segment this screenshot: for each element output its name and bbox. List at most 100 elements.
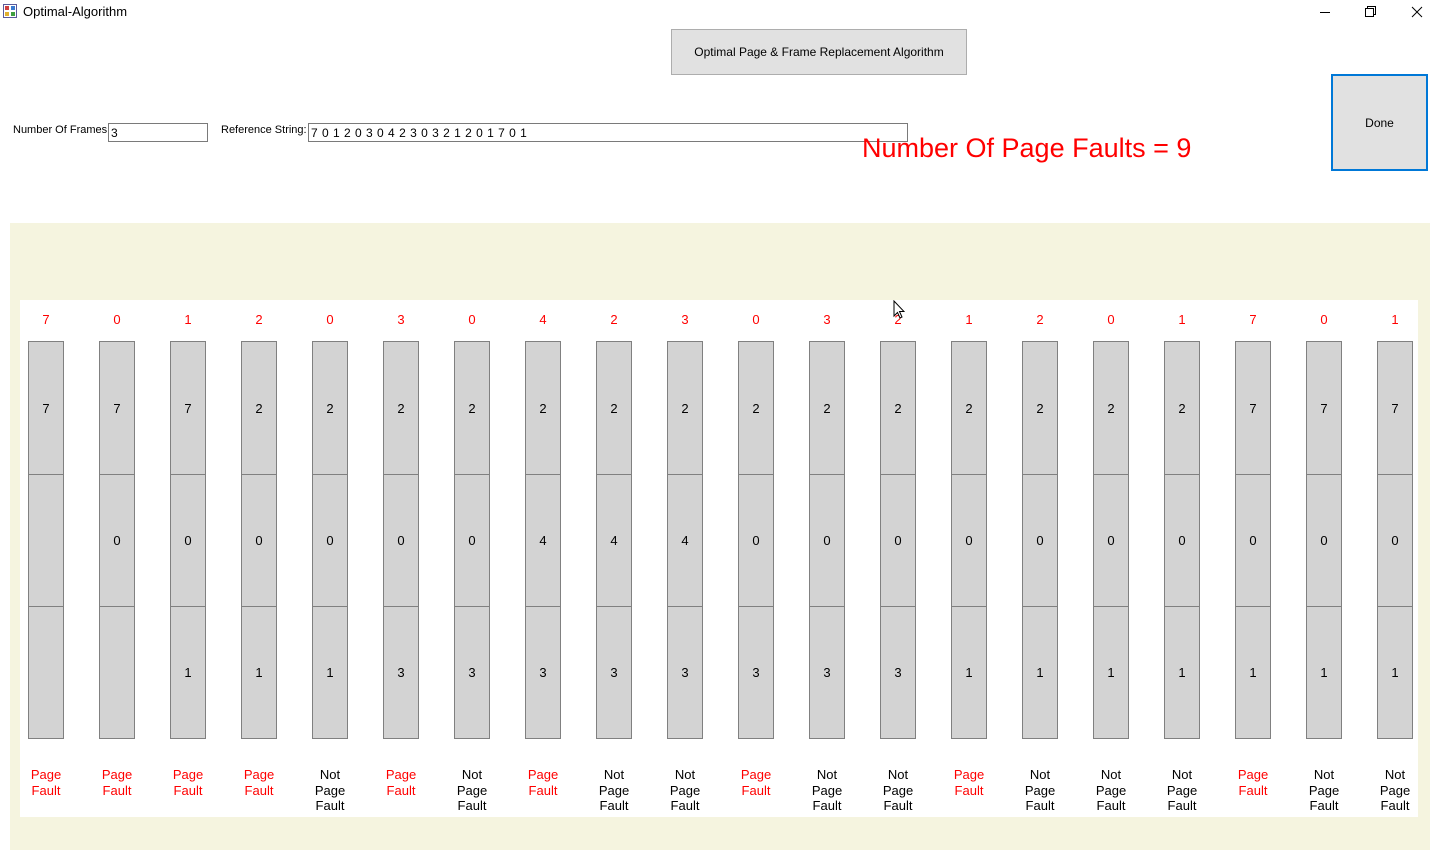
- minimize-button[interactable]: [1302, 0, 1348, 24]
- frame-cell: 1: [1378, 606, 1412, 738]
- frame-cell: [29, 474, 63, 606]
- frame-cell: 2: [255, 400, 263, 416]
- frame-cell: 3: [455, 606, 489, 738]
- restore-button[interactable]: [1348, 0, 1394, 24]
- reference-string-label: Reference String:: [221, 124, 307, 136]
- frame-stack: 7 01: [1235, 341, 1271, 739]
- frame-cell: 0: [1094, 474, 1128, 606]
- frame-cell: 0: [952, 474, 986, 606]
- frame-column: 3 2 4 3 Not Page Fault: [667, 300, 703, 817]
- frame-cell: 2: [1107, 400, 1115, 416]
- fault-status: Page Fault: [385, 767, 417, 798]
- reference-page: 1: [184, 312, 192, 327]
- frame-cell: 0: [1236, 474, 1270, 606]
- reference-page: 1: [1391, 312, 1399, 327]
- reference-page: 2: [255, 312, 263, 327]
- frame-cell: 0: [1307, 474, 1341, 606]
- frame-cell: 0: [810, 474, 844, 606]
- frame-cell: 2: [823, 400, 831, 416]
- frame-cell: 0: [171, 474, 205, 606]
- frame-cell: 0: [1165, 474, 1199, 606]
- frames-input[interactable]: 3: [108, 123, 208, 142]
- frame-cell: 4: [668, 474, 702, 606]
- reference-page: 3: [397, 312, 405, 327]
- frame-cell: 2: [1036, 400, 1044, 416]
- frame-column: 2 2 0 1 Page Fault: [241, 300, 277, 817]
- frame-column: 1 2 0 1 Not Page Fault: [1164, 300, 1200, 817]
- frame-cell: 0: [739, 474, 773, 606]
- page-faults-count: Number Of Page Faults = 9: [862, 133, 1192, 163]
- fault-status: Not Page Fault: [669, 767, 701, 813]
- frame-cell: 3: [810, 606, 844, 738]
- done-button[interactable]: Done: [1331, 74, 1428, 171]
- fault-status: Not Page Fault: [1166, 767, 1198, 813]
- algorithm-title-button[interactable]: Optimal Page & Frame Replacement Algorit…: [671, 29, 967, 75]
- frame-stack: 7 01: [1377, 341, 1413, 739]
- frame-stack: 2 03: [383, 341, 419, 739]
- frame-cell: 0: [242, 474, 276, 606]
- frame-stack: 2 01: [1164, 341, 1200, 739]
- frame-column: 1 2 0 1 Page Fault: [951, 300, 987, 817]
- frame-cell: 0: [455, 474, 489, 606]
- frame-column: 4 2 4 3 Page Fault: [525, 300, 561, 817]
- reference-page: 7: [1249, 312, 1257, 327]
- frame-cell: 3: [739, 606, 773, 738]
- fault-status: Not Page Fault: [811, 767, 843, 813]
- frame-column: 0 7 0 1 Not Page Fault: [1306, 300, 1342, 817]
- restore-icon: [1365, 6, 1376, 17]
- fault-status: Not Page Fault: [1024, 767, 1056, 813]
- frame-stack: 2 43: [525, 341, 561, 739]
- frame-cell: 7: [42, 400, 50, 416]
- frame-cell: 2: [965, 400, 973, 416]
- reference-page: 2: [610, 312, 618, 327]
- frame-cell: 7: [1391, 400, 1399, 416]
- frame-column: 7 7 Page Fault: [28, 300, 64, 817]
- fault-status: Page Fault: [953, 767, 985, 798]
- frame-cell: 0: [1378, 474, 1412, 606]
- frame-cell: 2: [681, 400, 689, 416]
- frame-stack: 2 01: [241, 341, 277, 739]
- frame-column: 2 2 4 3 Not Page Fault: [596, 300, 632, 817]
- reference-page: 0: [326, 312, 334, 327]
- reference-page: 0: [752, 312, 760, 327]
- frame-cell: 7: [113, 400, 121, 416]
- frame-cell: 1: [1165, 606, 1199, 738]
- frame-stack: 7: [28, 341, 64, 739]
- frame-stack: 2 03: [880, 341, 916, 739]
- frame-cell: 2: [894, 400, 902, 416]
- reference-string-input[interactable]: 7 0 1 2 0 3 0 4 2 3 0 3 2 1 2 0 1 7 0 1: [308, 123, 908, 142]
- frame-cell: 2: [326, 400, 334, 416]
- frame-column: 0 2 0 3 Not Page Fault: [454, 300, 490, 817]
- frames-grid: 7 7 Page Fault 0 7 0 Page Fault 1 7 0 1 Page Fault 2…: [20, 300, 1418, 817]
- fault-status: Page Fault: [30, 767, 62, 798]
- frame-cell: 3: [597, 606, 631, 738]
- frame-cell: 0: [384, 474, 418, 606]
- frame-cell: 7: [1249, 400, 1257, 416]
- fault-status: Not Page Fault: [1095, 767, 1127, 813]
- frame-cell: 1: [1307, 606, 1341, 738]
- frame-column: 7 7 0 1 Page Fault: [1235, 300, 1271, 817]
- frame-column: 3 2 0 3 Page Fault: [383, 300, 419, 817]
- reference-page: 1: [965, 312, 973, 327]
- frame-cell: 1: [313, 606, 347, 738]
- frame-column: 0 2 0 1 Not Page Fault: [1093, 300, 1129, 817]
- frame-stack: 2 03: [738, 341, 774, 739]
- frame-stack: 2 03: [809, 341, 845, 739]
- close-button[interactable]: [1394, 0, 1440, 24]
- fault-status: Not Page Fault: [882, 767, 914, 813]
- frame-cell: 0: [1023, 474, 1057, 606]
- reference-page: 0: [1107, 312, 1115, 327]
- frame-cell: 0: [881, 474, 915, 606]
- frame-cell: 7: [1320, 400, 1328, 416]
- frame-column: 0 2 0 1 Not Page Fault: [312, 300, 348, 817]
- frame-column: 2 2 0 1 Not Page Fault: [1022, 300, 1058, 817]
- reference-page: 1: [1178, 312, 1186, 327]
- frame-stack: 2 01: [951, 341, 987, 739]
- frame-stack: 2 43: [596, 341, 632, 739]
- minimize-icon: [1320, 12, 1330, 13]
- fault-status: Page Fault: [527, 767, 559, 798]
- frame-cell: 2: [397, 400, 405, 416]
- fault-status: Not Page Fault: [598, 767, 630, 813]
- fault-status: Page Fault: [172, 767, 204, 798]
- frame-cell: 3: [668, 606, 702, 738]
